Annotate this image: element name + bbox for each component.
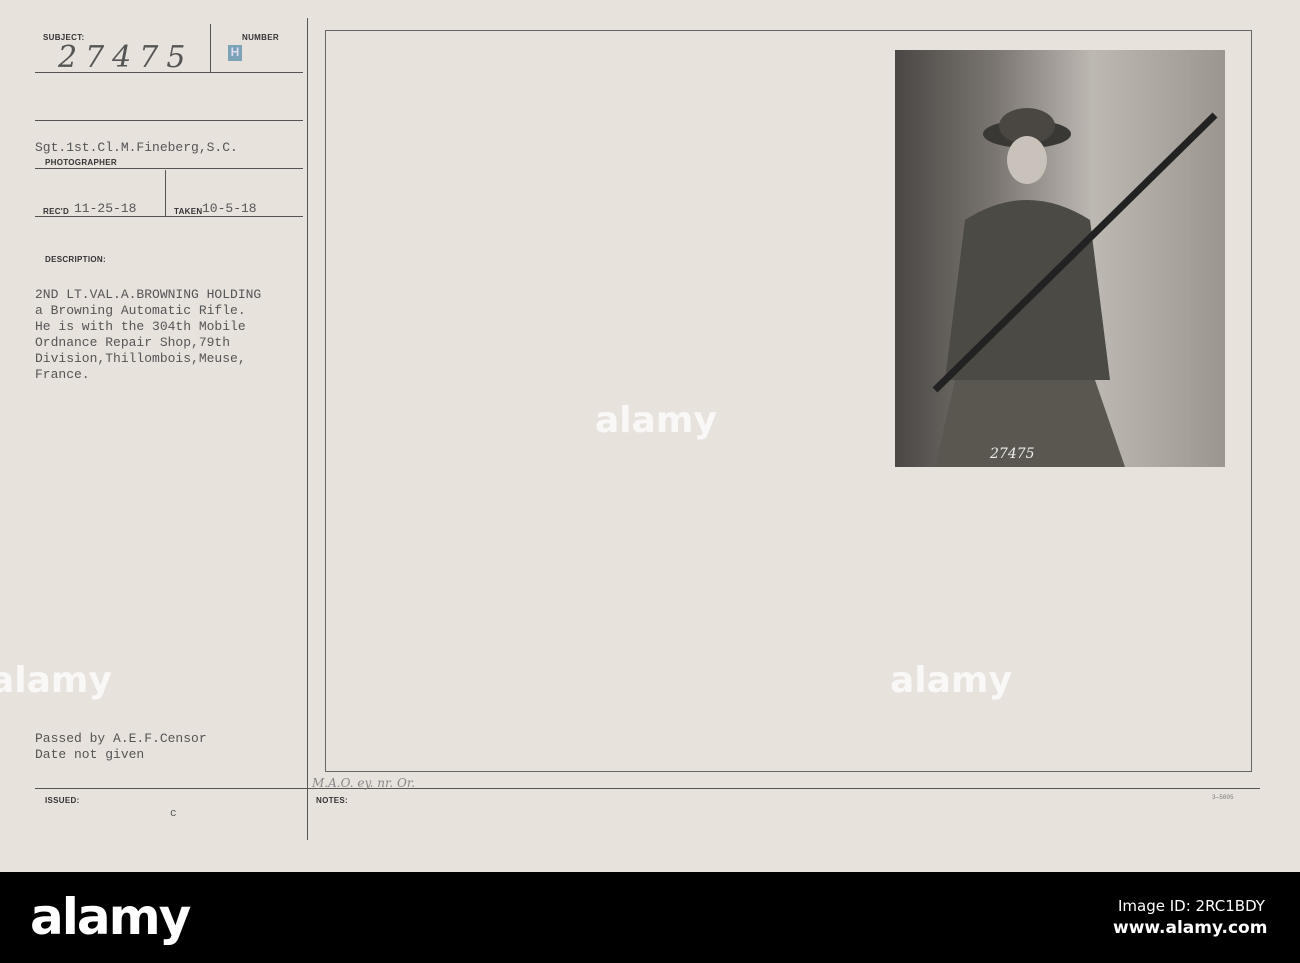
column-divider bbox=[307, 18, 308, 840]
description-line: 2ND LT.VAL.A.BROWNING HOLDING bbox=[35, 287, 262, 302]
description-line: France. bbox=[35, 367, 90, 382]
alamy-logo: alamy bbox=[30, 888, 191, 946]
taken-label: TAKEN bbox=[174, 207, 203, 216]
watermark: alamy bbox=[0, 660, 112, 701]
censor-line: Date not given bbox=[35, 747, 145, 762]
recd-label: REC'D bbox=[43, 207, 70, 216]
site-url[interactable]: www.alamy.com bbox=[1113, 918, 1267, 938]
photographer-name: Sgt.1st.Cl.M.Fineberg,S.C. bbox=[35, 140, 238, 155]
subject-number: 27475 bbox=[58, 40, 194, 75]
issued-value: c bbox=[170, 808, 177, 820]
censor-line: Passed by A.E.F.Censor bbox=[35, 731, 207, 746]
censor-note: Passed by A.E.F.Censor Date not given bbox=[35, 731, 207, 763]
description: 2ND LT.VAL.A.BROWNING HOLDING a Browning… bbox=[35, 287, 261, 383]
description-line: Division,Thillombois,Meuse, bbox=[35, 351, 246, 366]
soldier-photograph: 27475 bbox=[895, 50, 1225, 467]
image-id: Image ID: 2RC1BDY bbox=[1118, 897, 1265, 915]
divider bbox=[35, 788, 1260, 789]
notes-label: NOTES: bbox=[316, 796, 349, 805]
taken-date: 10-5-18 bbox=[202, 201, 257, 216]
archival-photo-card: SUBJECT: 27475 NUMBER H Sgt.1st.Cl.M.Fin… bbox=[0, 0, 1300, 872]
divider bbox=[35, 120, 303, 121]
divider bbox=[210, 24, 211, 72]
divider bbox=[35, 168, 303, 169]
description-label: DESCRIPTION: bbox=[45, 255, 106, 264]
watermark: alamy bbox=[595, 400, 717, 441]
form-code: 3—5005 bbox=[1212, 794, 1234, 801]
watermark: alamy bbox=[890, 660, 1012, 701]
description-line: Ordnance Repair Shop,79th bbox=[35, 335, 231, 350]
photographer-label: PHOTOGRAPHER bbox=[45, 158, 117, 167]
divider bbox=[165, 170, 166, 216]
description-line: He is with the 304th Mobile bbox=[35, 319, 246, 334]
photo-number: 27475 bbox=[989, 446, 1035, 462]
issued-label: ISSUED: bbox=[45, 796, 80, 805]
number-label: NUMBER bbox=[242, 33, 279, 42]
description-line: a Browning Automatic Rifle. bbox=[35, 303, 246, 318]
recd-date: 11-25-18 bbox=[74, 201, 137, 216]
soldier-figure-icon: 27475 bbox=[932, 108, 1218, 467]
notes-handwritten: M.A.O. ey. nr. Or. bbox=[312, 776, 416, 790]
number-stamp: H bbox=[228, 45, 242, 61]
